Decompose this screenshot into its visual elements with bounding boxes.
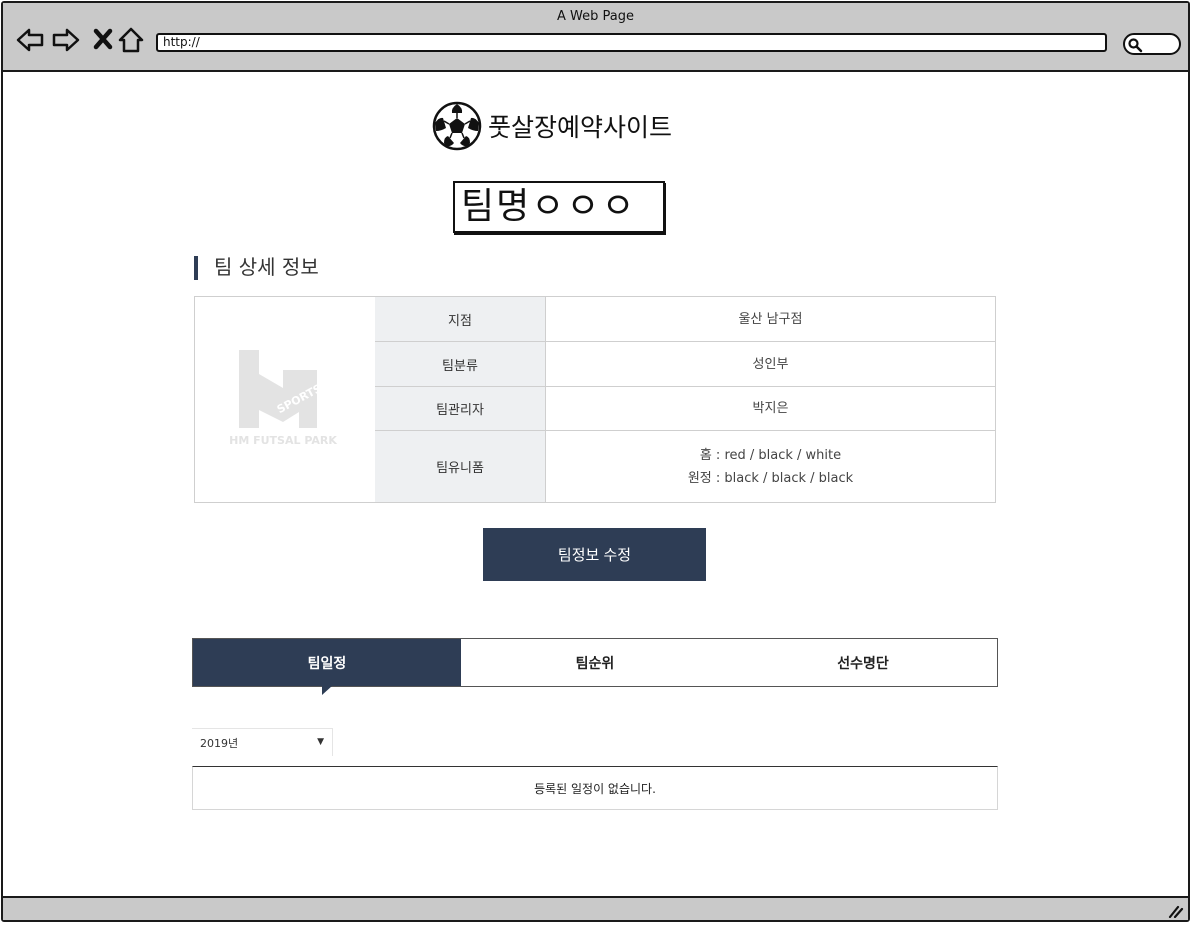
info-value: 박지은: [546, 387, 995, 430]
soccer-ball-icon: [432, 101, 482, 151]
info-row-category: 팀분류 성인부: [375, 342, 995, 387]
browser-toolbar: A Web Page http://: [3, 3, 1188, 72]
schedule-list: 등록된 일정이 없습니다.: [192, 766, 998, 810]
browser-status-bar: [3, 896, 1188, 920]
forward-arrow-icon[interactable]: [51, 25, 81, 55]
logo-caption: HM FUTSAL PARK: [229, 434, 337, 447]
browser-search-field[interactable]: [1123, 33, 1181, 55]
info-value: 울산 남구점: [546, 297, 995, 341]
search-icon: [1128, 38, 1143, 53]
manager-value: 박지은: [752, 401, 789, 416]
dropdown-caret-icon: ▼: [317, 737, 324, 747]
back-arrow-icon[interactable]: [15, 25, 45, 55]
info-value: 성인부: [546, 342, 995, 386]
resize-grip-icon[interactable]: [1168, 904, 1184, 918]
hm-sports-logo: SPORTS HM FUTSAL PARK: [229, 349, 337, 447]
team-logo: SPORTS HM FUTSAL PARK: [195, 297, 375, 502]
window-title: A Web Page: [557, 9, 634, 24]
home-uniform-value: 홈 : red / black / white: [699, 447, 842, 463]
tab-ranking[interactable]: 팀순위: [461, 639, 729, 686]
branch-value: 울산 남구점: [738, 311, 803, 327]
tab-schedule[interactable]: 팀일정: [193, 639, 461, 686]
empty-schedule-message: 등록된 일정이 없습니다.: [534, 781, 656, 796]
site-name: 풋살장예약사이트: [488, 113, 673, 142]
info-row-manager: 팀관리자 박지은: [375, 387, 995, 431]
site-brand[interactable]: 풋살장예약사이트: [432, 101, 672, 151]
info-row-branch: 지점 울산 남구점: [375, 297, 995, 342]
info-label: 팀관리자: [375, 387, 546, 430]
team-tabs: 팀일정 팀순위 선수명단: [192, 638, 998, 687]
edit-team-info-button[interactable]: 팀정보 수정: [483, 528, 706, 581]
section-title: 팀 상세 정보: [194, 256, 319, 280]
team-name-title: 팀명ㅇㅇㅇ: [453, 181, 665, 233]
away-uniform-value: 원정 : black / black / black: [687, 470, 854, 486]
info-label: 팀분류: [375, 342, 546, 386]
team-info-table: SPORTS HM FUTSAL PARK 지점 울산 남구점 팀분류 성인부 …: [194, 296, 996, 503]
year-select[interactable]: 2019년 ▼: [192, 728, 333, 756]
info-label: 지점: [375, 297, 546, 341]
year-select-value: 2019년: [200, 736, 239, 750]
info-row-uniform: 팀유니폼 홈 : red / black / white 원정 : black …: [375, 431, 995, 502]
active-tab-pointer-icon: [322, 686, 332, 695]
tab-roster[interactable]: 선수명단: [729, 639, 997, 686]
category-value: 성인부: [752, 356, 789, 372]
address-bar[interactable]: http://: [156, 33, 1107, 52]
info-label: 팀유니폼: [375, 431, 546, 502]
close-icon[interactable]: [89, 25, 119, 55]
info-value: 홈 : red / black / white 원정 : black / bla…: [546, 431, 995, 502]
home-icon[interactable]: [116, 25, 146, 55]
